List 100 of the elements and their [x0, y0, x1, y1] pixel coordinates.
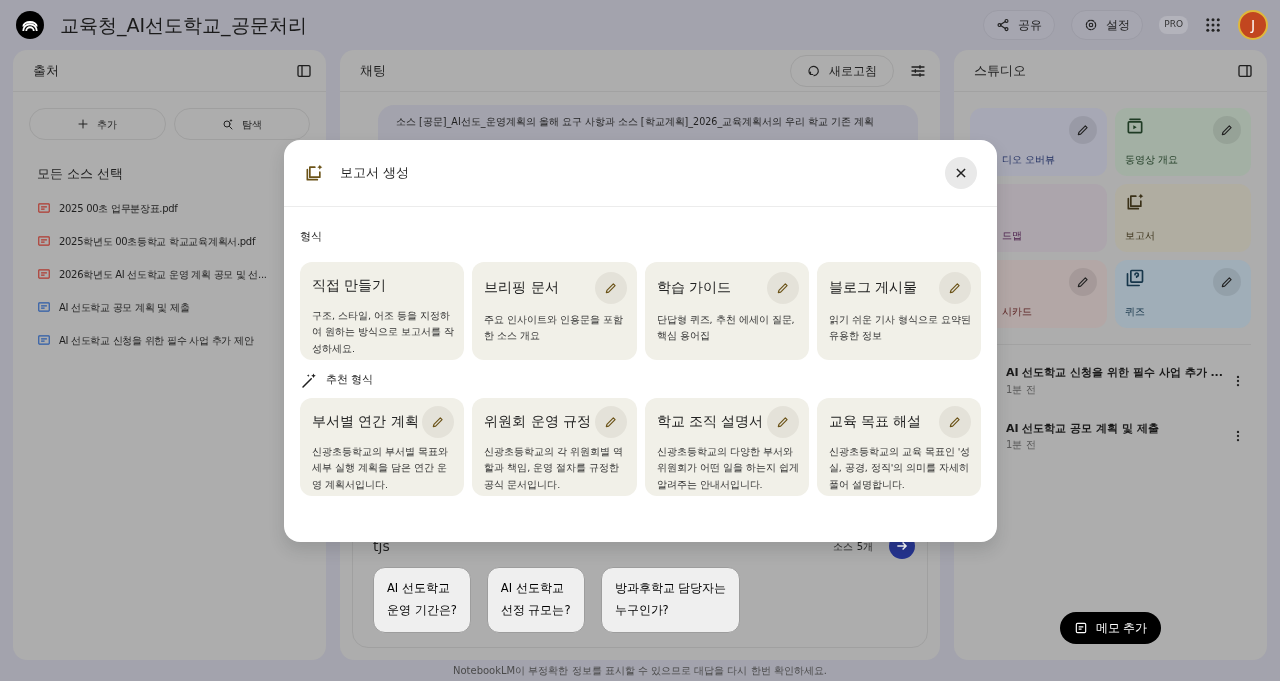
format-description: 신광초등학교의 다양한 부서와 위원회가 어떤 일을 하는지 쉽게 알려주는 안내서입니다.	[656, 444, 799, 492]
source-item[interactable]: 2025학년도 00초등학교 학교교육계획서.pdf	[37, 224, 302, 258]
explore-button[interactable]: 탐색	[173, 108, 310, 140]
refresh-icon	[807, 63, 821, 78]
avatar[interactable]: J	[1238, 10, 1268, 40]
edit-button[interactable]	[594, 405, 627, 438]
studio-tile[interactable]: 퀴즈	[1114, 260, 1251, 328]
edit-button[interactable]	[1213, 268, 1241, 296]
search-icon	[221, 118, 234, 130]
plan-badge: PRO	[1159, 16, 1188, 34]
source-item[interactable]: AI 선도학교 신청을 위한 필수 사업 추가 제안	[37, 323, 302, 357]
note-title[interactable]: AI 선도학교 공모 계획 및 제출	[1006, 420, 1231, 437]
apps-icon[interactable]	[1204, 16, 1222, 34]
section-heading: 추천 형식	[326, 372, 374, 389]
format-description: 구조, 스타일, 어조 등을 지정하여 원하는 방식으로 보고서를 작성하세요.	[312, 308, 455, 356]
add-source-button[interactable]: 추가	[29, 108, 166, 140]
tile-label: 퀴즈	[1124, 305, 1145, 317]
format-card[interactable]: 부서별 연간 계획 신광초등학교의 부서별 목표와 세부 실행 계획을 담은 연간 운영 계획서입니다.	[300, 397, 465, 496]
format-title: 브리핑 문서	[484, 278, 559, 298]
format-description: 읽기 쉬운 기사 형식으로 요약된 유용한 정보	[828, 312, 971, 344]
add-note-button[interactable]: 메모 추가	[1059, 612, 1162, 644]
format-title: 부서별 연간 계획	[312, 412, 419, 432]
panel-title: 채팅	[360, 61, 387, 80]
edit-button[interactable]	[1068, 116, 1097, 144]
studio-tile[interactable]: 보고서	[1114, 184, 1251, 252]
tile-label: 보고서	[1124, 229, 1155, 241]
format-title: 블로그 게시물	[828, 278, 918, 298]
note-time: 1분 전	[1006, 438, 1037, 452]
suggestion-chip[interactable]: AI 선도학교 운영 기간은?	[373, 567, 471, 633]
format-title: 교육 목표 해설	[828, 412, 922, 432]
format-title: 학교 조직 설명서	[656, 412, 764, 432]
note-file-icon	[37, 300, 51, 314]
share-icon	[996, 18, 1011, 32]
format-card[interactable]: 학습 가이드 단답형 퀴즈, 추천 에세이 질문, 핵심 용어집	[644, 261, 809, 360]
format-card[interactable]: 블로그 게시물 읽기 쉬운 기사 형식으로 요약된 유용한 정보	[816, 261, 981, 360]
format-card[interactable]: 학교 조직 설명서 신광초등학교의 다양한 부서와 위원회가 어떤 일을 하는지 쉽게 알려주는 안내서입니다.	[644, 397, 809, 496]
source-item[interactable]: AI 선도학교 공모 계획 및 제출	[37, 290, 302, 324]
suggestion-chip[interactable]: AI 선도학교 선정 규모는?	[486, 567, 585, 633]
logo-icon	[16, 11, 44, 39]
disclaimer-text: NotebookLM이 부정확한 정보를 표시할 수 있으므로 대답을 다시 한번 확인하세요.	[451, 664, 828, 678]
tile-label: 시카드	[1001, 305, 1032, 317]
format-card[interactable]: 직접 만들기 구조, 스타일, 어조 등을 지정하여 원하는 방식으로 보고서를 작성하세요.	[300, 261, 465, 360]
tune-icon[interactable]	[910, 62, 926, 79]
pencil-icon	[1220, 275, 1234, 289]
format-title: 직접 만들기	[312, 276, 387, 296]
studio-tile[interactable]: 디오 오버뷰	[970, 108, 1107, 176]
pencil-icon	[775, 280, 790, 295]
sidebar-toggle-icon[interactable]	[1237, 62, 1253, 79]
source-item[interactable]: 2025 00초 업무분장표.pdf	[37, 191, 302, 225]
share-button[interactable]: 공유	[983, 10, 1056, 40]
format-title: 학습 가이드	[656, 278, 731, 298]
panel-title: 스튜디오	[974, 61, 1026, 80]
tile-label: 동영상 개요	[1124, 153, 1178, 165]
tile-label: 드맵	[1001, 229, 1022, 241]
tile-label: 디오 오버뷰	[1001, 153, 1056, 165]
pdf-file-icon	[37, 234, 51, 248]
report-icon	[304, 163, 324, 183]
edit-button[interactable]	[594, 271, 627, 304]
settings-button[interactable]: 설정	[1071, 10, 1144, 40]
section-heading: 형식	[300, 229, 323, 245]
suggestion-chip[interactable]: 방과후학교 담당자는 누구인가?	[600, 567, 741, 633]
edit-button[interactable]	[1213, 116, 1241, 144]
magic-wand-icon	[300, 371, 318, 390]
pencil-icon	[603, 280, 618, 295]
format-card[interactable]: 브리핑 문서 주요 인사이트와 인용문을 포함한 소스 개요	[472, 261, 637, 360]
pencil-icon	[948, 280, 962, 295]
edit-button[interactable]	[939, 271, 971, 304]
pencil-icon	[1075, 275, 1090, 289]
pencil-icon	[603, 414, 618, 429]
close-button[interactable]	[945, 157, 977, 189]
format-description: 신광초등학교의 각 위원회별 역할과 책임, 운영 절차를 규정한 공식 문서입니다.	[484, 444, 625, 492]
edit-button[interactable]	[766, 271, 799, 304]
source-count: 소스 5개	[833, 539, 873, 554]
edit-button[interactable]	[422, 405, 455, 438]
quiz-icon	[1124, 268, 1145, 288]
note-title[interactable]: AI 선도학교 신청을 위한 필수 사업 추가 ...	[1006, 365, 1231, 382]
edit-button[interactable]	[1068, 268, 1097, 296]
pdf-file-icon	[37, 267, 51, 281]
format-description: 신광초등학교의 교육 목표인 '성실, 공경, 정직'의 의미를 자세히 풀어 설명합니다.	[828, 444, 971, 492]
edit-button[interactable]	[939, 405, 971, 438]
pencil-icon	[948, 414, 962, 429]
close-icon	[954, 166, 968, 180]
refresh-button[interactable]: 새로고침	[790, 54, 894, 87]
format-description: 단답형 퀴즈, 추천 에세이 질문, 핵심 용어집	[656, 312, 796, 344]
format-card[interactable]: 위원회 운영 규정 신광초등학교의 각 위원회별 역할과 책임, 운영 절차를 규정한 공식 문서입니다.	[472, 397, 637, 496]
pencil-icon	[1220, 123, 1234, 137]
note-time: 1분 전	[1006, 382, 1037, 397]
note-icon	[1073, 621, 1088, 635]
notebook-title: 교육청_AI선도학교_공문처리	[60, 12, 307, 39]
format-description: 주요 인사이트와 인용문을 포함한 소스 개요	[484, 312, 625, 344]
plus-icon	[77, 118, 90, 130]
pencil-icon	[431, 414, 446, 429]
sidebar-toggle-icon[interactable]	[296, 62, 312, 79]
source-item[interactable]: 2026학년도 AI 선도학교 운영 계획 공모 및 선...	[37, 257, 302, 291]
format-card[interactable]: 교육 목표 해설 신광초등학교의 교육 목표인 '성실, 공경, 정직'의 의미를 자세히 풀어 설명합니다.	[816, 397, 981, 496]
studio-tile[interactable]: 동영상 개요	[1114, 108, 1251, 176]
format-title: 위원회 운영 규정	[484, 412, 591, 432]
settings-icon	[1084, 18, 1099, 32]
pdf-file-icon	[37, 201, 51, 215]
edit-button[interactable]	[766, 405, 799, 438]
